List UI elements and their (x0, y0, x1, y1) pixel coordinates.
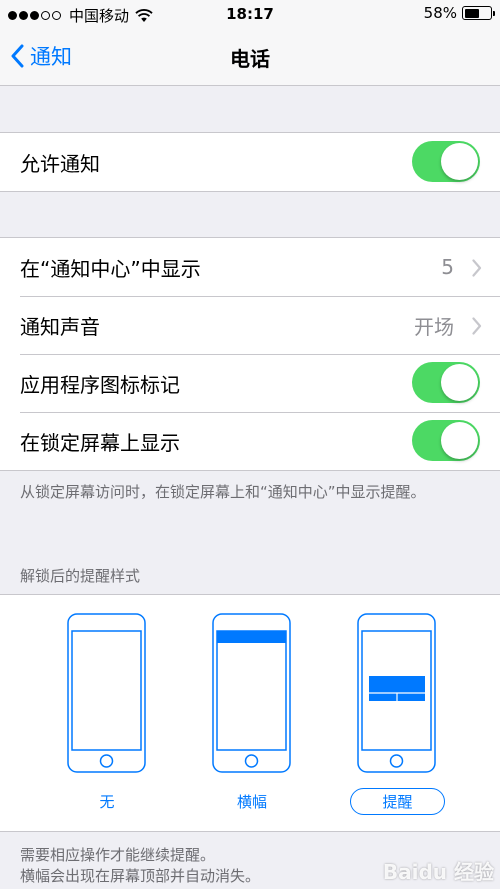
notification-sound-value: 开场 (414, 314, 454, 339)
phone-none-icon (67, 613, 146, 773)
alert-style-none-label[interactable]: 无 (67, 791, 147, 812)
toggle-knob (441, 364, 478, 401)
baidu-watermark: Baidu 经验 (382, 860, 494, 884)
phone-banner-icon (212, 613, 291, 773)
badge-app-icon-label: 应用程序图标标记 (20, 372, 180, 397)
battery-icon (462, 6, 495, 20)
lock-screen-row: 在锁定屏幕上显示 (0, 412, 500, 470)
notification-center-row[interactable]: 在“通知中心”中显示 5 (0, 238, 500, 296)
navigation-bar: 通知 电话 (0, 28, 500, 86)
alert-style-none[interactable] (67, 613, 147, 775)
alert-style-panel: 无 横幅 提醒 (0, 594, 500, 832)
chevron-right-icon (472, 316, 482, 340)
notification-sound-label: 通知声音 (20, 314, 100, 339)
badge-app-icon-toggle[interactable] (412, 362, 480, 403)
lock-screen-footnote: 从锁定屏幕访问时，在锁定屏幕上和“通知中心”中显示提醒。 (20, 483, 426, 501)
alert-style-banners[interactable] (212, 613, 292, 775)
allow-notifications-row: 允许通知 (0, 133, 500, 191)
alert-style-header: 解锁后的提醒样式 (20, 567, 141, 585)
alert-style-alerts-label[interactable]: 提醒 (350, 788, 445, 815)
lock-screen-label: 在锁定屏幕上显示 (20, 430, 180, 455)
status-bar: 中国移动 18:17 58% (0, 0, 500, 28)
chevron-right-icon (472, 258, 482, 282)
notification-center-value: 5 (441, 255, 454, 279)
notification-center-label: 在“通知中心”中显示 (20, 256, 201, 281)
allow-notifications-label: 允许通知 (20, 151, 100, 176)
allow-group: 允许通知 (0, 132, 500, 192)
lock-screen-toggle[interactable] (412, 420, 480, 461)
settings-group: 在“通知中心”中显示 5 通知声音 开场 应用程序图标标记 在锁定屏幕上显示 (0, 237, 500, 471)
toggle-knob (441, 143, 478, 180)
status-right: 58% (423, 4, 495, 22)
page-title: 电话 (230, 47, 270, 71)
phone-alert-icon (357, 613, 436, 773)
alert-style-banners-label[interactable]: 横幅 (212, 791, 292, 812)
toggle-knob (441, 422, 478, 459)
allow-notifications-toggle[interactable] (412, 141, 480, 182)
badge-app-icon-row: 应用程序图标标记 (0, 354, 500, 412)
notification-sound-row[interactable]: 通知声音 开场 (0, 296, 500, 354)
battery-percent: 58% (423, 4, 457, 22)
alert-style-alerts[interactable] (357, 613, 437, 775)
battery-fill (464, 8, 479, 18)
